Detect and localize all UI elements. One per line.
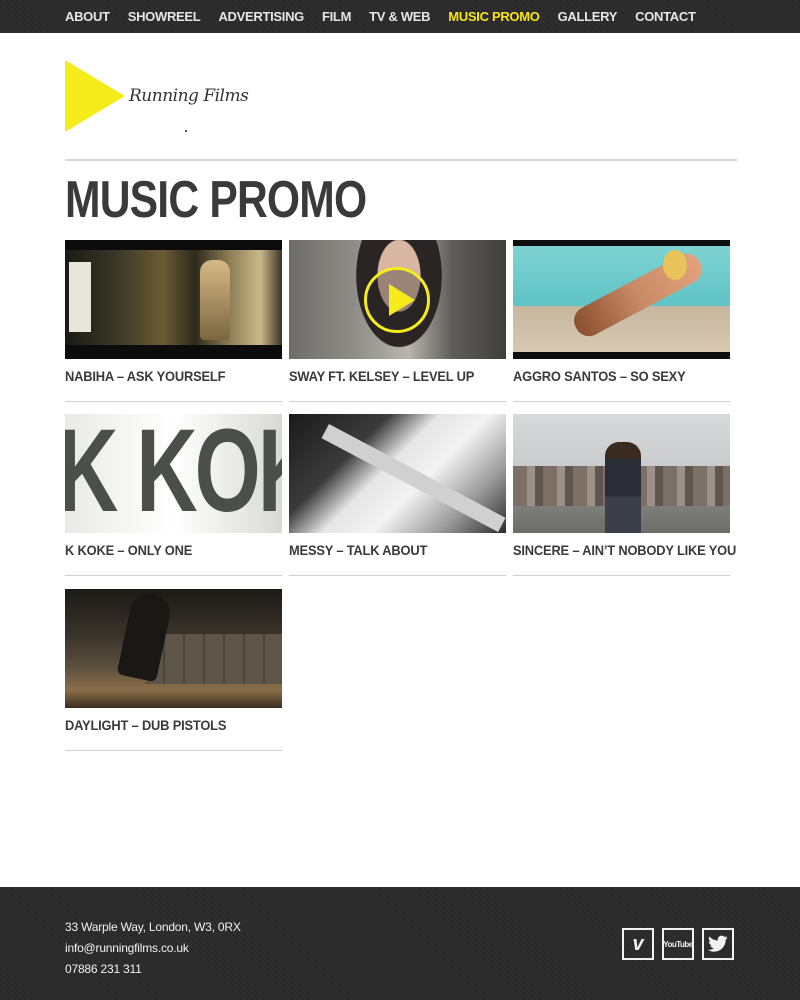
video-thumbnail[interactable] bbox=[513, 240, 730, 359]
thumb-detail bbox=[605, 442, 641, 533]
nav-menu: ABOUT SHOWREEL ADVERTISING FILM TV & WEB… bbox=[65, 0, 714, 33]
card-divider bbox=[65, 401, 282, 402]
nav-item-advertising[interactable]: ADVERTISING bbox=[218, 9, 304, 24]
thumb-title-text: K KOKE bbox=[65, 414, 282, 533]
thumb-detail bbox=[69, 262, 91, 332]
footer-address: 33 Warple Way, London, W3, 0RX bbox=[65, 920, 241, 934]
video-title[interactable]: SINCERE – AIN’T NOBODY LIKE YOU bbox=[513, 542, 736, 558]
video-thumbnail[interactable] bbox=[289, 240, 506, 359]
nav-item-gallery[interactable]: GALLERY bbox=[558, 9, 618, 24]
main-nav: ABOUT SHOWREEL ADVERTISING FILM TV & WEB… bbox=[0, 0, 800, 33]
contact-info: 33 Warple Way, London, W3, 0RX info@runn… bbox=[65, 917, 241, 980]
video-title[interactable]: MESSY – TALK ABOUT bbox=[289, 542, 510, 558]
thumb-detail bbox=[663, 250, 687, 280]
footer-phone: 07886 231 311 bbox=[65, 962, 142, 976]
card-divider bbox=[289, 401, 506, 402]
nav-item-film[interactable]: FILM bbox=[322, 9, 351, 24]
logo-dot bbox=[185, 130, 187, 132]
twitter-bird-icon bbox=[708, 935, 728, 952]
card-divider bbox=[65, 750, 282, 751]
site-footer: 33 Warple Way, London, W3, 0RX info@runn… bbox=[0, 887, 800, 1000]
footer-email-link[interactable]: info@runningfilms.co.uk bbox=[65, 938, 241, 959]
card-divider bbox=[289, 575, 506, 576]
video-thumbnail[interactable] bbox=[65, 240, 282, 359]
card-divider bbox=[513, 575, 730, 576]
header-divider bbox=[65, 159, 737, 161]
logo-wordmark: Running Films bbox=[129, 86, 249, 106]
vimeo-glyph: v bbox=[632, 932, 644, 955]
page-title: MUSIC PROMO bbox=[65, 171, 367, 229]
video-thumbnail[interactable]: K KOKE bbox=[65, 414, 282, 533]
nav-item-contact[interactable]: CONTACT bbox=[635, 9, 696, 24]
thumb-detail bbox=[200, 260, 230, 340]
video-title[interactable]: DAYLIGHT – DUB PISTOLS bbox=[65, 717, 286, 733]
video-title[interactable]: K KOKE – ONLY ONE bbox=[65, 542, 286, 558]
thumb-detail bbox=[321, 424, 506, 533]
twitter-icon[interactable] bbox=[702, 928, 734, 960]
video-title[interactable]: AGGRO SANTOS – SO SEXY bbox=[513, 368, 734, 384]
card-divider bbox=[65, 575, 282, 576]
youtube-icon[interactable]: YouTube bbox=[662, 928, 694, 960]
thumb-detail bbox=[145, 634, 282, 684]
video-title[interactable]: NABIHA – ASK YOURSELF bbox=[65, 368, 286, 384]
nav-item-music-promo[interactable]: MUSIC PROMO bbox=[448, 9, 540, 24]
video-title[interactable]: SWAY FT. KELSEY – LEVEL UP bbox=[289, 368, 510, 384]
nav-item-about[interactable]: ABOUT bbox=[65, 9, 110, 24]
video-thumbnail[interactable] bbox=[513, 414, 730, 533]
play-triangle-icon bbox=[65, 60, 125, 132]
nav-item-tv-web[interactable]: TV & WEB bbox=[369, 9, 430, 24]
video-thumbnail[interactable] bbox=[289, 414, 506, 533]
site-logo[interactable]: Running Films bbox=[65, 60, 249, 135]
card-divider bbox=[513, 401, 730, 402]
vimeo-icon[interactable]: v bbox=[622, 928, 654, 960]
nav-item-showreel[interactable]: SHOWREEL bbox=[128, 9, 201, 24]
youtube-glyph: YouTube bbox=[663, 939, 693, 949]
play-icon[interactable] bbox=[364, 267, 430, 333]
video-thumbnail[interactable] bbox=[65, 589, 282, 708]
